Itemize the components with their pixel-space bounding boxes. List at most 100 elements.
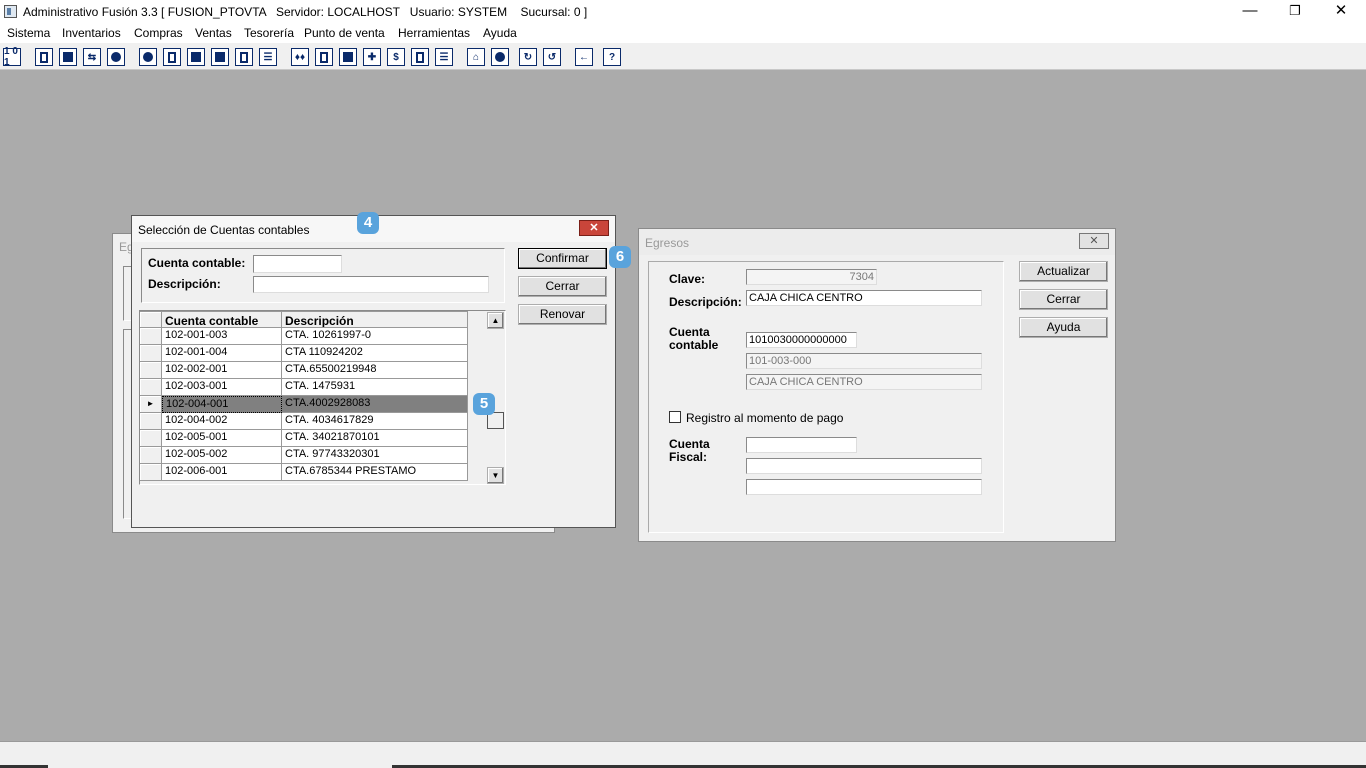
grid-header-descripcion[interactable]: Descripción xyxy=(282,311,468,328)
descripcion-field[interactable]: CAJA CHICA CENTRO xyxy=(746,290,982,306)
user-icon[interactable] xyxy=(139,48,157,66)
menu-punto-de-venta[interactable]: Punto de venta xyxy=(304,26,385,40)
table-row[interactable]: 102-004-002 CTA. 4034617829 xyxy=(140,413,470,430)
cell-descripcion[interactable]: CTA. 4034617829 xyxy=(282,413,468,430)
table-row[interactable]: 102-001-004 CTA 110924202 xyxy=(140,345,470,362)
exchange-icon[interactable]: ⇆ xyxy=(83,48,101,66)
box-icon[interactable] xyxy=(315,48,333,66)
table-row[interactable]: ► 102-004-001 CTA.4002928083 xyxy=(140,396,470,413)
back-icon[interactable]: ← xyxy=(575,48,593,66)
refresh-icon[interactable]: ↻ xyxy=(519,48,537,66)
table-row[interactable]: 102-005-002 CTA. 97743320301 xyxy=(140,447,470,464)
report-icon[interactable] xyxy=(411,48,429,66)
egresos-close-button[interactable]: ✕ xyxy=(1079,233,1109,249)
registro-label[interactable]: Registro al momento de pago xyxy=(686,411,843,425)
help-icon[interactable]: ? xyxy=(603,48,621,66)
dollar-icon[interactable]: $ xyxy=(387,48,405,66)
menu-ventas[interactable]: Ventas xyxy=(195,26,232,40)
cerrar-egresos-button[interactable]: Cerrar xyxy=(1019,289,1108,310)
egresos-title-bar: Egresos xyxy=(639,229,1115,255)
row-indicator[interactable] xyxy=(140,413,162,430)
ayuda-button[interactable]: Ayuda xyxy=(1019,317,1108,338)
filter-descripcion-input[interactable] xyxy=(253,276,489,293)
seleccion-title: Selección de Cuentas contables xyxy=(138,223,310,237)
fiscal-desc-field-1 xyxy=(746,458,982,474)
search-doc-icon[interactable] xyxy=(107,48,125,66)
registro-checkbox[interactable] xyxy=(669,411,681,423)
grid-header-cuenta[interactable]: Cuenta contable xyxy=(162,311,282,328)
cell-descripcion[interactable]: CTA 110924202 xyxy=(282,345,468,362)
undo-icon[interactable]: ↺ xyxy=(543,48,561,66)
row-indicator[interactable] xyxy=(140,464,162,481)
cuenta-fiscal-field[interactable] xyxy=(746,437,857,453)
confirmar-button[interactable]: Confirmar xyxy=(518,248,607,269)
cell-descripcion[interactable]: CTA. 34021870101 xyxy=(282,430,468,447)
scroll-down-button[interactable]: ▼ xyxy=(487,467,504,484)
cell-cuenta[interactable]: 102-001-003 xyxy=(162,328,282,345)
document-icon[interactable] xyxy=(235,48,253,66)
row-indicator[interactable] xyxy=(140,328,162,345)
table-icon[interactable]: ☰ xyxy=(435,48,453,66)
cell-descripcion[interactable]: CTA.65500219948 xyxy=(282,362,468,379)
cell-cuenta[interactable]: 102-001-004 xyxy=(162,345,282,362)
cuenta-fiscal-label-2: Fiscal: xyxy=(669,450,708,464)
cell-cuenta[interactable]: 102-006-001 xyxy=(162,464,282,481)
cell-cuenta[interactable]: 102-005-002 xyxy=(162,447,282,464)
close-app-button[interactable]: ✕ xyxy=(1318,0,1364,24)
cell-cuenta[interactable]: 102-005-001 xyxy=(162,430,282,447)
zoom-icon[interactable] xyxy=(491,48,509,66)
cell-cuenta[interactable]: 102-004-002 xyxy=(162,413,282,430)
minimize-button[interactable]: — xyxy=(1227,0,1273,24)
clave-field[interactable]: 7304 xyxy=(746,269,877,285)
menu-sistema[interactable]: Sistema xyxy=(7,26,50,40)
cell-descripcion[interactable]: CTA.4002928083 xyxy=(282,396,468,413)
folder-icon[interactable] xyxy=(163,48,181,66)
home-icon[interactable]: ⌂ xyxy=(467,48,485,66)
scroll-up-button[interactable]: ▲ xyxy=(487,312,504,329)
seleccion-close-button[interactable]: ✕ xyxy=(579,220,609,236)
renovar-button[interactable]: Renovar xyxy=(518,304,607,325)
table-row[interactable]: 102-003-001 CTA. 1475931 xyxy=(140,379,470,396)
row-indicator[interactable] xyxy=(140,447,162,464)
cell-cuenta[interactable]: 102-002-001 xyxy=(162,362,282,379)
cuenta-fiscal-label-1: Cuenta xyxy=(669,437,710,451)
row-indicator[interactable] xyxy=(140,379,162,396)
cuenta-contable-label-1: Cuenta xyxy=(669,325,710,339)
cell-descripcion[interactable]: CTA. 1475931 xyxy=(282,379,468,396)
clipboard-icon[interactable] xyxy=(59,48,77,66)
cell-cuenta[interactable]: 102-003-001 xyxy=(162,379,282,396)
table-row[interactable]: 102-006-001 CTA.6785344 PRESTAMO xyxy=(140,464,470,481)
cuenta-nombre-field: CAJA CHICA CENTRO xyxy=(746,374,982,390)
restore-button[interactable]: ❐ xyxy=(1272,0,1318,24)
cuenta-contable-field[interactable]: 1010030000000000 xyxy=(746,332,857,348)
menu-compras[interactable]: Compras xyxy=(134,26,183,40)
descripcion-label: Descripción: xyxy=(669,295,742,309)
cell-descripcion[interactable]: CTA. 10261997-0 xyxy=(282,328,468,345)
truck-icon[interactable] xyxy=(339,48,357,66)
menu-tesoreria[interactable]: Tesorería xyxy=(244,26,294,40)
app-title: Administrativo Fusión 3.3 [ FUSION_PTOVT… xyxy=(23,5,588,19)
calculator-icon[interactable]: 1 0 1 xyxy=(3,46,21,68)
table-row[interactable]: 102-002-001 CTA.65500219948 xyxy=(140,362,470,379)
people-icon[interactable]: ♦♦ xyxy=(291,48,309,66)
cell-descripcion[interactable]: CTA.6785344 PRESTAMO xyxy=(282,464,468,481)
table-row[interactable]: 102-005-001 CTA. 34021870101 xyxy=(140,430,470,447)
table-row[interactable]: 102-001-003 CTA. 10261997-0 xyxy=(140,328,470,345)
list-icon[interactable]: ☰ xyxy=(259,48,277,66)
cell-descripcion[interactable]: CTA. 97743320301 xyxy=(282,447,468,464)
row-indicator[interactable] xyxy=(140,345,162,362)
row-indicator[interactable]: ► xyxy=(140,396,162,413)
menu-ayuda[interactable]: Ayuda xyxy=(483,26,517,40)
filter-cuenta-input[interactable] xyxy=(253,255,342,273)
window-icon[interactable] xyxy=(35,48,53,66)
cell-cuenta[interactable]: 102-004-001 xyxy=(162,396,282,413)
row-indicator[interactable] xyxy=(140,362,162,379)
add-icon[interactable]: ✚ xyxy=(363,48,381,66)
row-indicator[interactable] xyxy=(140,430,162,447)
print-left-icon[interactable] xyxy=(187,48,205,66)
actualizar-button[interactable]: Actualizar xyxy=(1019,261,1108,282)
menu-herramientas[interactable]: Herramientas xyxy=(398,26,470,40)
cerrar-seleccion-button[interactable]: Cerrar xyxy=(518,276,607,297)
print-icon[interactable] xyxy=(211,48,229,66)
menu-inventarios[interactable]: Inventarios xyxy=(62,26,121,40)
